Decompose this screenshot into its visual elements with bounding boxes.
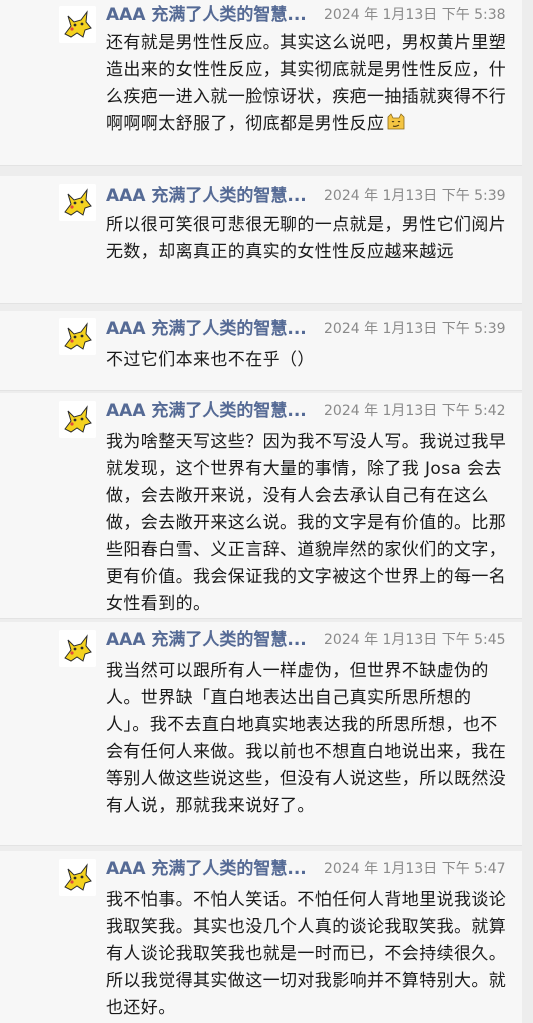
pikachu-avatar-icon — [59, 630, 96, 667]
sender-name[interactable]: AAA 充满了人类的智慧... — [106, 857, 321, 881]
message-item[interactable]: AAA 充满了人类的智慧... 2024 年 1月13日 下午 5:39 不过它… — [0, 311, 522, 391]
sender-name[interactable]: AAA 充满了人类的智慧... — [106, 184, 321, 208]
pikachu-avatar-icon — [59, 859, 96, 896]
chat-history-page: AAA 充满了人类的智慧... 2024 年 1月13日 下午 5:38 还有就… — [0, 0, 533, 1023]
avatar[interactable] — [59, 401, 96, 438]
sender-name[interactable]: AAA 充满了人类的智慧... — [106, 3, 321, 27]
message-timestamp: 2024 年 1月13日 下午 5:39 — [324, 188, 506, 204]
pikachu-avatar-icon — [59, 6, 96, 43]
avatar[interactable] — [59, 6, 96, 43]
pikachu-avatar-icon — [59, 184, 96, 221]
message-timestamp: 2024 年 1月13日 下午 5:42 — [324, 403, 506, 419]
message-timestamp: 2024 年 1月13日 下午 5:45 — [324, 632, 506, 648]
avatar[interactable] — [59, 184, 96, 221]
sender-name[interactable]: AAA 充满了人类的智慧... — [106, 317, 321, 341]
message-item[interactable]: AAA 充满了人类的智慧... 2024 年 1月13日 下午 5:39 所以很… — [0, 176, 522, 304]
message-item[interactable]: AAA 充满了人类的智慧... 2024 年 1月13日 下午 5:45 我当然… — [0, 622, 522, 846]
pikachu-avatar-icon — [59, 401, 96, 438]
message-text: 我不怕事。不怕人笑话。不怕任何人背地里说我谈论我取笑我。其实也没几个人真的谈论我… — [106, 890, 507, 1018]
avatar[interactable] — [59, 630, 96, 667]
message-text: 不过它们本来也不在乎（） — [106, 350, 315, 370]
pikachu-avatar-icon — [59, 318, 96, 355]
message-timestamp: 2024 年 1月13日 下午 5:39 — [324, 321, 506, 337]
cat-smirk-emoji-icon — [386, 112, 406, 132]
message-timestamp: 2024 年 1月13日 下午 5:38 — [324, 7, 506, 23]
message-text: 还有就是男性性反应。其实这么说吧，男权黄片里塑造出来的女性性反应，其实彻底就是男… — [106, 33, 507, 134]
message-item[interactable]: AAA 充满了人类的智慧... 2024 年 1月13日 下午 5:38 还有就… — [0, 0, 522, 166]
message-text: 我为啥整天写这些？因为我不写没人写。我说过我早就发现，这个世界有大量的事情，除了… — [106, 432, 507, 614]
message-item[interactable]: AAA 充满了人类的智慧... 2024 年 1月13日 下午 5:47 我不怕… — [0, 851, 522, 1023]
avatar[interactable] — [59, 318, 96, 355]
sender-name[interactable]: AAA 充满了人类的智慧... — [106, 399, 321, 423]
sender-name[interactable]: AAA 充满了人类的智慧... — [106, 628, 321, 652]
message-timestamp: 2024 年 1月13日 下午 5:47 — [324, 861, 506, 877]
message-text: 我当然可以跟所有人一样虚伪，但世界不缺虚伪的人。世界缺「直白地表达出自己真实所思… — [106, 661, 507, 816]
avatar[interactable] — [59, 859, 96, 896]
message-text: 所以很可笑很可悲很无聊的一点就是，男性它们阅片无数，却离真正的真实的女性性反应越… — [106, 215, 507, 262]
message-item[interactable]: AAA 充满了人类的智慧... 2024 年 1月13日 下午 5:42 我为啥… — [0, 393, 522, 619]
